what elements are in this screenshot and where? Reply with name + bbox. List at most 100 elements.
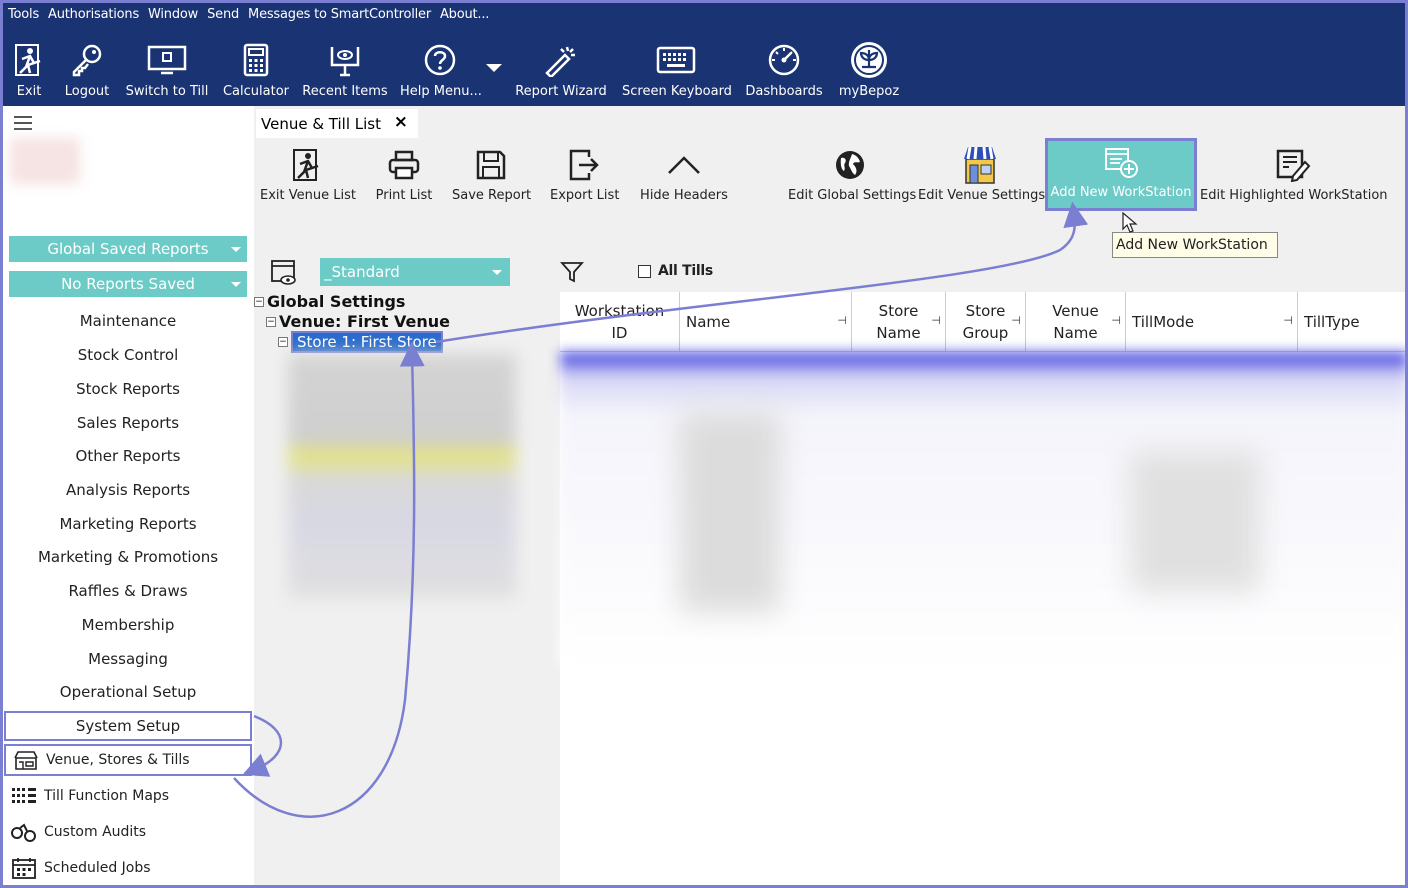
calculator-icon	[222, 38, 290, 82]
sidebar-item-system-setup[interactable]: System Setup	[4, 711, 252, 741]
export-list-button[interactable]: Export List	[550, 142, 619, 203]
sidebar-subitem-venue-stores-tills[interactable]: Venue, Stores & Tills	[4, 744, 252, 776]
tab-venue-till-list[interactable]: Venue & Till List ×	[256, 109, 418, 138]
column-tillmode[interactable]: TillMode ⊣	[1126, 292, 1298, 352]
print-list-button[interactable]: Print List	[374, 142, 434, 203]
close-icon[interactable]: ×	[394, 112, 408, 132]
checkbox-box[interactable]	[638, 264, 651, 278]
sidebar-item-other-reports[interactable]: Other Reports	[4, 441, 252, 471]
exit-icon	[260, 142, 354, 188]
column-store-name[interactable]: Store Name ⊣	[852, 292, 946, 352]
layout-dropdown[interactable]: _Standard	[320, 258, 510, 286]
hide-headers-button[interactable]: Hide Headers	[640, 142, 728, 203]
edit-document-icon	[1200, 142, 1386, 188]
edit-highlighted-workstation-button[interactable]: Edit Highlighted WorkStation	[1200, 142, 1388, 203]
menu-about[interactable]: About...	[440, 7, 489, 22]
chevron-down-icon	[231, 247, 241, 252]
column-store-group[interactable]: Store Group ⊣	[946, 292, 1026, 352]
blurred-grid-block	[680, 412, 780, 612]
pin-icon[interactable]: ⊣	[1011, 314, 1021, 327]
tree-node-venue[interactable]: − Venue: First Venue	[266, 312, 450, 331]
sidebar-item-membership[interactable]: Membership	[4, 610, 252, 640]
sidebar-item-maintenance[interactable]: Maintenance	[4, 306, 252, 336]
pin-icon[interactable]: ⊣	[837, 314, 847, 327]
sidebar-item-operational-setup[interactable]: Operational Setup	[4, 677, 252, 707]
help-icon	[400, 38, 480, 82]
pin-icon[interactable]: ⊣	[1111, 314, 1121, 327]
menu-messages[interactable]: Messages to SmartController	[248, 7, 431, 22]
sidebar-item-messaging[interactable]: Messaging	[4, 644, 252, 674]
chevron-down-icon	[492, 270, 502, 275]
pin-icon[interactable]: ⊣	[1283, 314, 1293, 327]
main-area: Venue & Till List × Exit Venue List Prin…	[254, 106, 1408, 888]
edit-global-settings-button[interactable]: Edit Global Settings	[788, 142, 916, 203]
screen-keyboard-button[interactable]: Screen Keyboard	[622, 38, 732, 99]
wand-icon	[515, 38, 607, 82]
gauge-icon	[745, 38, 823, 82]
till-icon	[125, 38, 209, 82]
pin-icon[interactable]: ⊣	[931, 314, 941, 327]
column-name[interactable]: Name ⊣	[680, 292, 852, 352]
exit-button[interactable]: Exit	[12, 38, 46, 99]
no-reports-saved-dropdown[interactable]: No Reports Saved	[9, 271, 247, 297]
view-layout-icon[interactable]	[270, 259, 298, 291]
keyboard-icon	[622, 38, 730, 82]
sidebar-item-stock-reports[interactable]: Stock Reports	[4, 374, 252, 404]
grid-header: Workstation ID Name ⊣ Store Name ⊣ Store G…	[560, 292, 1408, 352]
column-venue-name[interactable]: Venue Name ⊣	[1026, 292, 1126, 352]
column-tilltype[interactable]: TillType	[1298, 292, 1408, 352]
store-icon	[6, 750, 46, 770]
collapse-icon[interactable]: −	[266, 316, 276, 327]
save-report-button[interactable]: Save Report	[452, 142, 531, 203]
recent-items-button[interactable]: Recent Items	[302, 38, 388, 99]
sidebar-item-marketing-reports[interactable]: Marketing Reports	[4, 509, 252, 539]
mouse-cursor-icon	[1122, 211, 1138, 238]
column-workstation-id[interactable]: Workstation ID	[560, 292, 680, 352]
menu-send[interactable]: Send	[207, 7, 239, 22]
help-menu-button[interactable]: Help Menu...	[400, 38, 482, 99]
chevron-up-icon	[640, 142, 728, 188]
filter-icon[interactable]	[559, 260, 585, 288]
save-icon	[452, 142, 530, 188]
switch-to-till-button[interactable]: Switch to Till	[125, 38, 209, 99]
menu-authorisations[interactable]: Authorisations	[48, 7, 139, 22]
sidebar-subitem-scheduled-jobs[interactable]: Scheduled Jobs	[4, 852, 252, 884]
exit-venue-list-button[interactable]: Exit Venue List	[260, 142, 356, 203]
logo	[10, 138, 80, 184]
help-dropdown-chevron-icon[interactable]	[486, 64, 502, 72]
mybepoz-button[interactable]: myBepoz	[838, 38, 900, 99]
add-new-workstation-button[interactable]: Add New WorkStation	[1045, 138, 1197, 211]
printer-icon	[374, 142, 434, 188]
collapse-icon[interactable]: −	[278, 337, 288, 347]
handcuffs-icon	[4, 821, 44, 843]
blurred-tree-content	[288, 354, 516, 598]
sidebar-subitem-till-function-maps[interactable]: Till Function Maps	[4, 780, 252, 812]
calendar-icon	[4, 857, 44, 879]
workstation-grid: Workstation ID Name ⊣ Store Name ⊣ Store G…	[560, 292, 1408, 666]
menu-window[interactable]: Window	[148, 7, 198, 22]
collapse-icon[interactable]: −	[254, 296, 264, 307]
exit-icon	[12, 38, 46, 82]
sidebar-item-sales-reports[interactable]: Sales Reports	[4, 408, 252, 438]
chevron-down-icon	[231, 282, 241, 287]
calculator-button[interactable]: Calculator	[222, 38, 290, 99]
sidebar-item-raffles-draws[interactable]: Raffles & Draws	[4, 576, 252, 606]
all-tills-checkbox[interactable]: All Tills	[638, 263, 713, 279]
bepoz-icon	[838, 38, 900, 82]
report-wizard-button[interactable]: Report Wizard	[515, 38, 607, 99]
dashboards-button[interactable]: Dashboards	[745, 38, 823, 99]
hamburger-menu-icon[interactable]	[14, 116, 32, 134]
tree-node-global-settings[interactable]: − Global Settings	[254, 292, 405, 311]
global-saved-reports-dropdown[interactable]: Global Saved Reports	[9, 236, 247, 262]
grid-empty-area	[560, 666, 1408, 888]
export-icon	[550, 142, 618, 188]
tree-node-store[interactable]: − Store 1: First Store	[278, 331, 443, 353]
sidebar-item-marketing-promotions[interactable]: Marketing & Promotions	[4, 542, 252, 572]
menu-tools[interactable]: Tools	[8, 7, 39, 22]
sidebar-item-analysis-reports[interactable]: Analysis Reports	[4, 475, 252, 505]
add-workstation-icon	[1048, 141, 1194, 185]
edit-venue-settings-button[interactable]: Edit Venue Settings	[918, 142, 1045, 203]
sidebar-subitem-custom-audits[interactable]: Custom Audits	[4, 816, 252, 848]
sidebar-item-stock-control[interactable]: Stock Control	[4, 340, 252, 370]
logout-button[interactable]: Logout	[62, 38, 112, 99]
